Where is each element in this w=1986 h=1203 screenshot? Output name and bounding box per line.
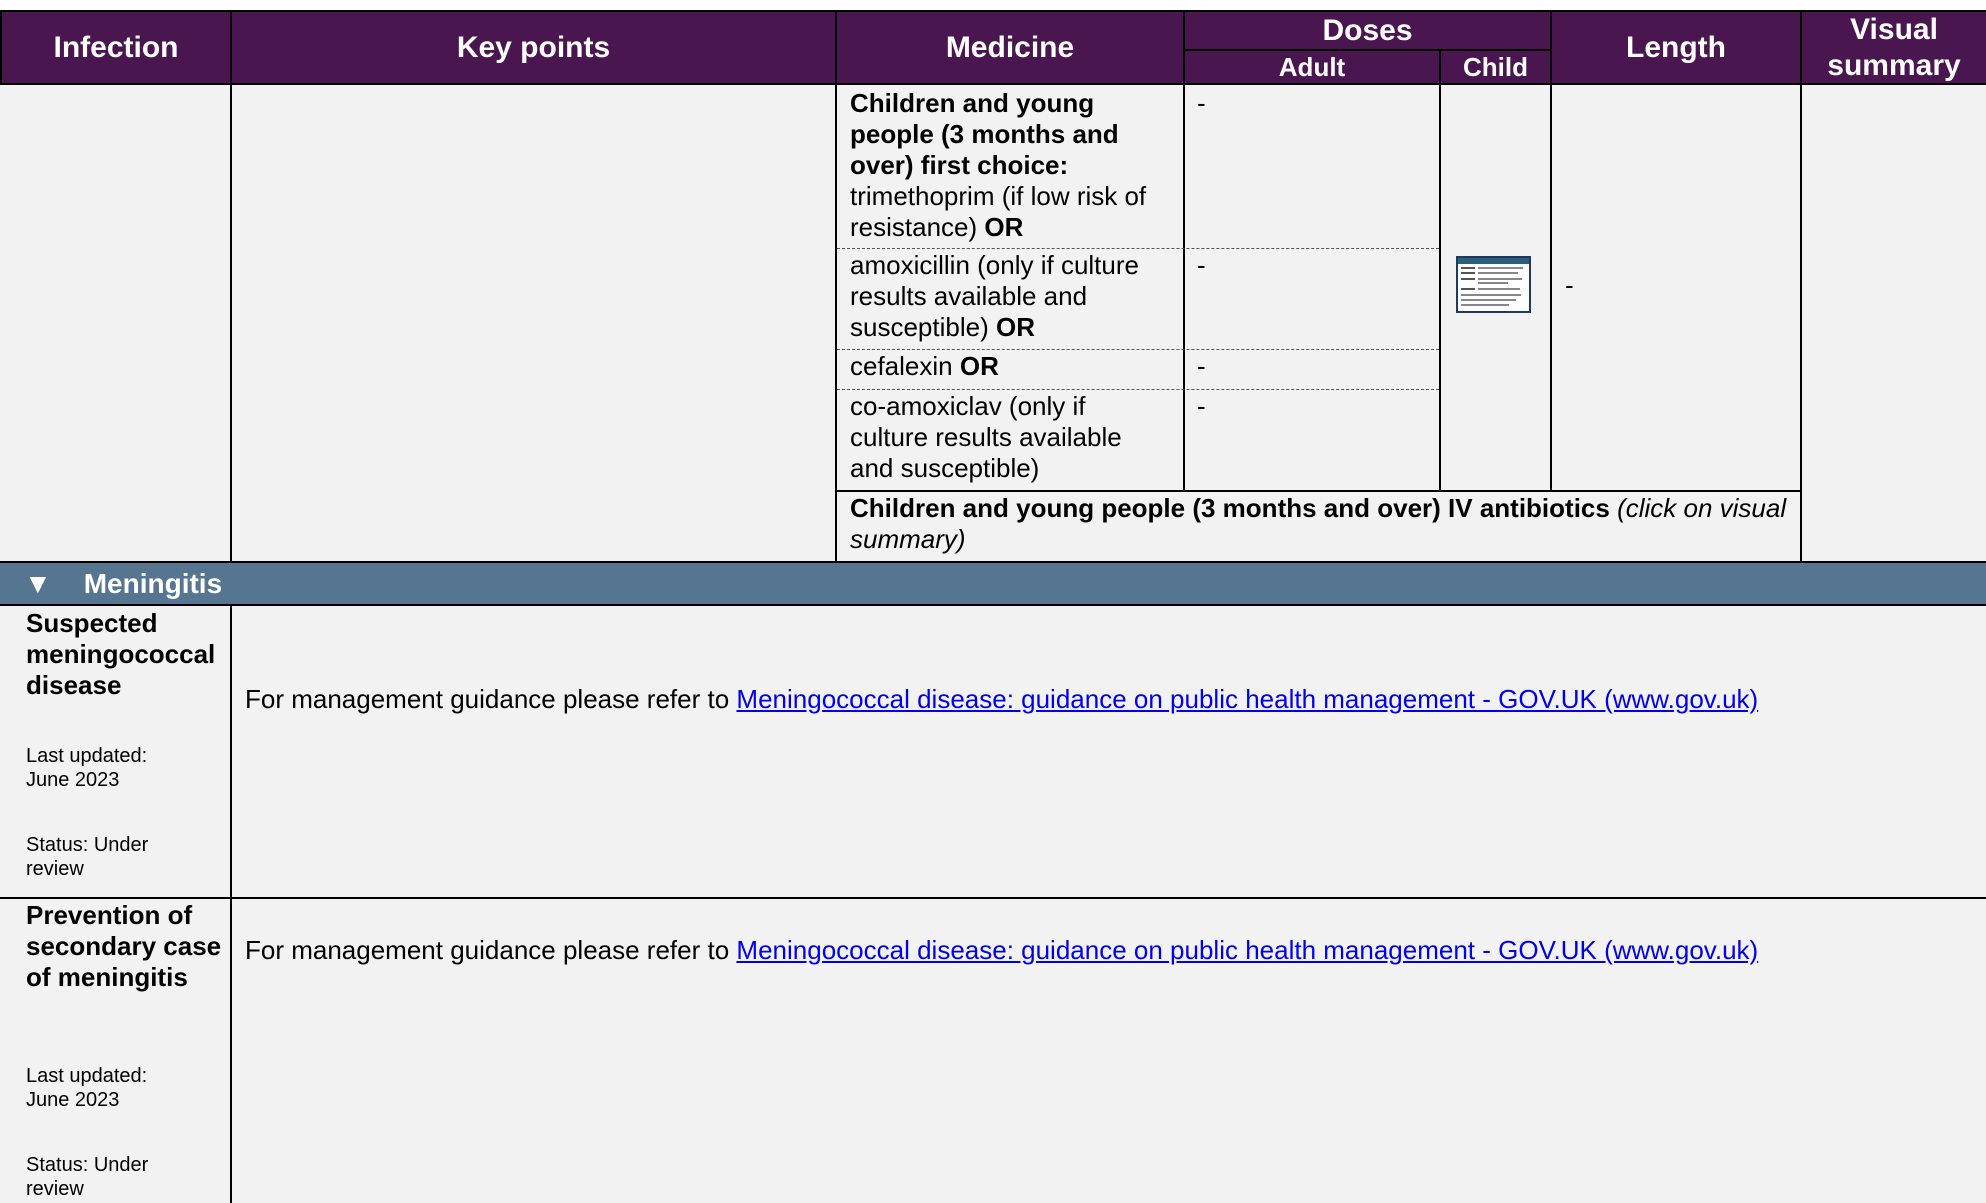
last-updated: Last updated: June 2023 [26, 745, 148, 791]
infection-title: Prevention of secondary case of meningit… [26, 900, 222, 992]
status: Status: Under review [26, 834, 149, 880]
header-infection: Infection [2, 12, 230, 83]
guidance-prefix: For management guidance please refer to [245, 684, 730, 714]
guidance-prefix: For management guidance please refer to [245, 935, 730, 965]
or-label: OR [959, 351, 999, 381]
header-adult: Adult [1185, 51, 1439, 83]
header-length: Length [1552, 12, 1800, 83]
infection-title: Suspected meningococcal disease [26, 608, 216, 700]
adult-dose: - [1197, 88, 1206, 118]
or-label: OR [995, 312, 1035, 342]
section-header-meningitis[interactable]: ▼ Meningitis [0, 563, 1986, 604]
divider [230, 85, 232, 562]
co-amoxiclav-text: co-amoxiclav (only if culture results av… [850, 391, 1122, 483]
medicine-cefalexin: cefalexin OR [850, 351, 1170, 382]
guidance-text: For management guidance please refer to … [245, 684, 1975, 715]
medicine-first-choice: Children and young people (3 months and … [850, 88, 1170, 243]
divider [230, 899, 232, 1203]
govuk-guidance-link[interactable]: Meningococcal disease: guidance on publi… [736, 684, 1758, 714]
header-key-points: Key points [232, 12, 835, 83]
length-value: - [1565, 270, 1574, 300]
header-visual-summary: Visual summary [1802, 12, 1986, 83]
cefalexin-text: cefalexin [850, 351, 953, 381]
adult-dose: - [1197, 391, 1206, 421]
guidance-text: For management guidance please refer to … [245, 935, 1975, 966]
last-updated: Last updated: June 2023 [26, 1065, 148, 1111]
divider [835, 490, 1802, 492]
section-title: Meningitis [83, 567, 223, 599]
divider [1183, 85, 1185, 491]
medicine-amoxicillin: amoxicillin (only if culture results ava… [850, 250, 1160, 343]
collapse-arrow-icon[interactable]: ▼ [24, 568, 52, 600]
row-suspected-meningococcal [0, 606, 1986, 897]
row-separator [837, 349, 1439, 350]
adult-dose: - [1197, 250, 1206, 280]
iv-antibiotics-row[interactable]: Children and young people (3 months and … [850, 493, 1790, 555]
amoxicillin-text: amoxicillin (only if culture results ava… [850, 250, 1139, 342]
first-choice-heading: Children and young people (3 months and … [850, 88, 1119, 180]
adult-dose: - [1197, 351, 1206, 381]
divider [1550, 85, 1552, 491]
medicine-co-amoxiclav: co-amoxiclav (only if culture results av… [850, 391, 1150, 484]
header-child: Child [1441, 51, 1550, 83]
visual-summary-thumbnail-icon[interactable] [1456, 256, 1531, 313]
header-doses: Doses [1185, 12, 1550, 49]
status: Status: Under review [26, 1154, 149, 1200]
govuk-guidance-link[interactable]: Meningococcal disease: guidance on publi… [736, 935, 1758, 965]
thumbnail-graphic [1458, 258, 1529, 306]
row-separator [837, 248, 1439, 249]
or-label: OR [984, 212, 1024, 242]
iv-antibiotics-heading: Children and young people (3 months and … [850, 493, 1610, 523]
header-medicine: Medicine [837, 12, 1183, 83]
divider [1439, 85, 1441, 491]
row-separator [837, 389, 1439, 390]
